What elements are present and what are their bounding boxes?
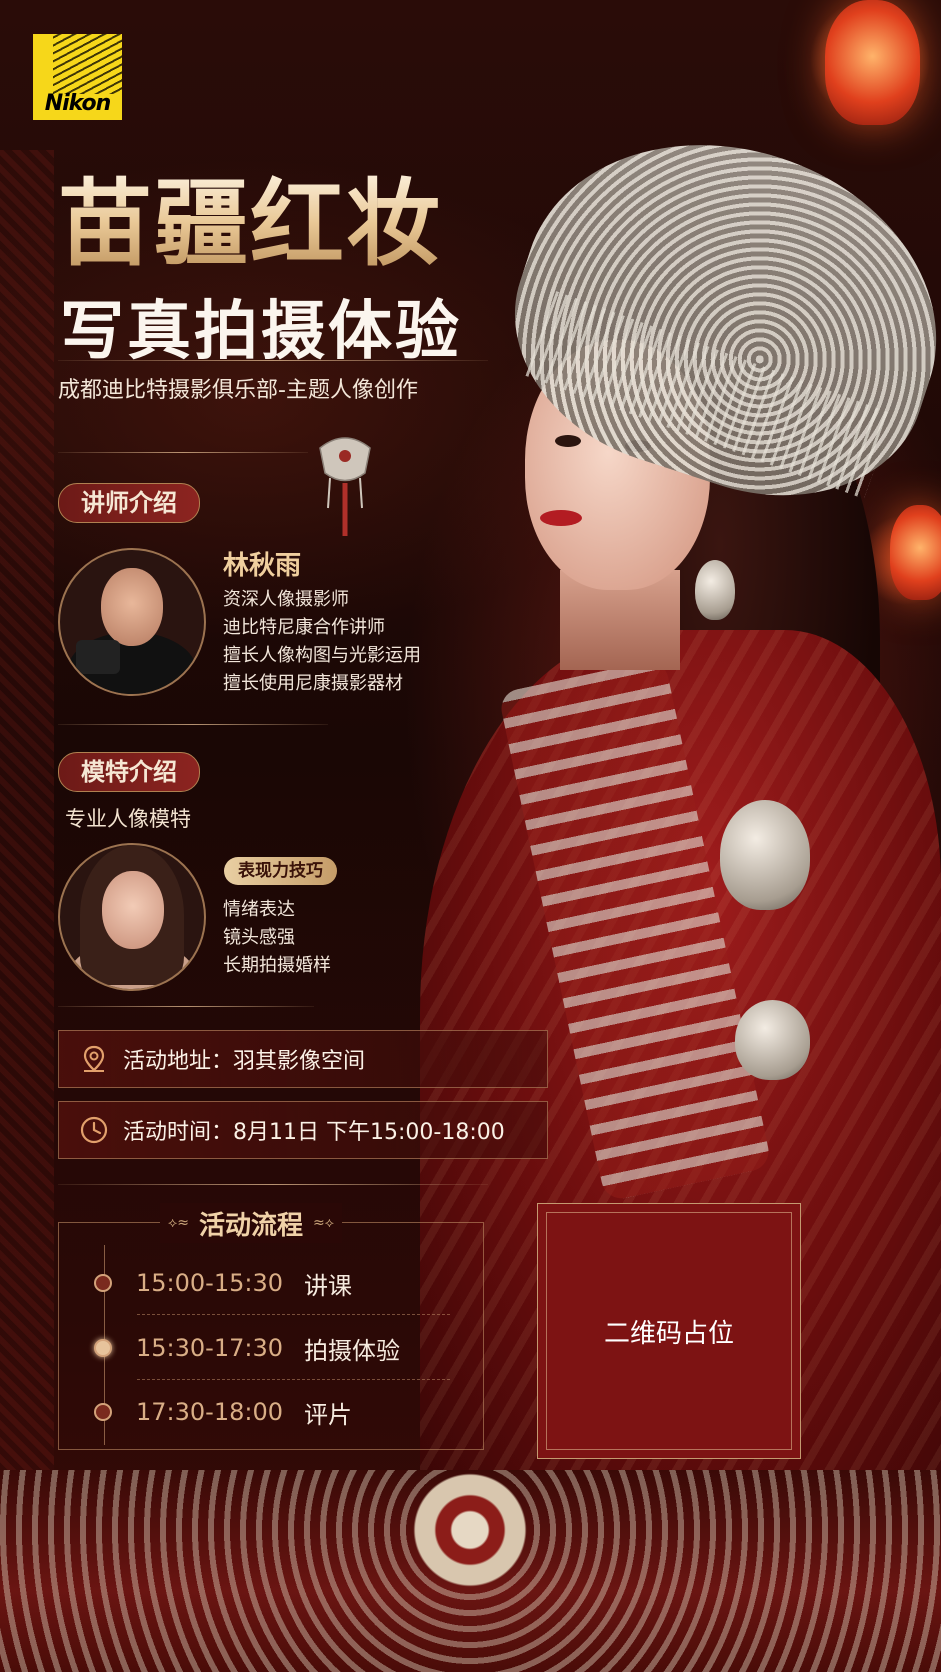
subtitle: 成都迪比特摄影俱乐部-主题人像创作: [58, 378, 418, 403]
logo-text: Nikon: [44, 91, 112, 116]
step-time: 15:00-15:30: [136, 1269, 283, 1297]
step-divider: [137, 1379, 450, 1380]
event-location-bar: 活动地址：羽其影像空间: [58, 1030, 548, 1088]
lips: [540, 510, 582, 526]
divider-model: [58, 1006, 314, 1007]
qr-code-placeholder: 二维码占位: [537, 1203, 801, 1459]
timeline-dot: [94, 1274, 112, 1292]
schedule-step: 15:00-15:30 讲课: [94, 1265, 352, 1301]
nikon-logo: Nikon: [33, 34, 122, 120]
step-time: 17:30-18:00: [136, 1398, 283, 1426]
divider-instructor: [58, 724, 328, 725]
step-time: 15:30-17:30: [136, 1334, 283, 1362]
instructor-detail: 擅长使用尼康摄影器材: [223, 673, 403, 694]
model-detail: 情绪表达: [223, 899, 295, 920]
schedule-step: 17:30-18:00 评片: [94, 1394, 352, 1430]
instructor-details: 资深人像摄影师 迪比特尼康合作讲师 擅长人像构图与光影运用 擅长使用尼康摄影器材: [223, 586, 421, 698]
secondary-title: 写真拍摄体验: [60, 294, 462, 369]
timeline-dot-active: [94, 1339, 112, 1357]
lantern-top-right: [825, 0, 920, 125]
divider-top: [58, 360, 488, 361]
instructor-detail: 迪比特尼康合作讲师: [223, 617, 385, 638]
avatar-head: [102, 871, 164, 949]
event-time-bar: 活动时间：8月11日 下午15:00-18:00: [58, 1101, 548, 1159]
model-details: 情绪表达 镜头感强 长期拍摄婚样: [223, 896, 331, 980]
qr-placeholder-text: 二维码占位: [603, 1318, 734, 1349]
divider-info: [58, 1184, 488, 1185]
instructor-detail: 资深人像摄影师: [223, 589, 349, 610]
schedule-title: 活动流程: [199, 1210, 304, 1241]
earring: [695, 560, 735, 620]
model-section-label: 模特介绍: [58, 752, 200, 792]
left-ornament-icon: ⟡≈: [168, 1215, 189, 1231]
instructor-avatar: [58, 548, 206, 696]
schedule-header: ⟡≈ 活动流程 ≈⟡: [160, 1203, 343, 1243]
location-pin-icon: [83, 1045, 105, 1072]
avatar-head: [101, 568, 163, 646]
event-location: 活动地址：羽其影像空间: [123, 1049, 366, 1074]
clock-icon: [80, 1116, 108, 1144]
main-title: 苗疆红妆: [58, 148, 442, 284]
timeline-dot: [94, 1403, 112, 1421]
silver-medallion: [395, 1465, 545, 1595]
schedule-step: 15:30-17:30 拍摄体验: [94, 1330, 400, 1366]
model-subtitle: 专业人像模特: [65, 807, 191, 831]
model-avatar: [58, 843, 206, 991]
model-badge: 表现力技巧: [224, 857, 337, 885]
event-time: 活动时间：8月11日 下午15:00-18:00: [123, 1120, 505, 1145]
silver-lock-pendant-icon: [319, 437, 371, 536]
silver-pendant-lower: [735, 1000, 810, 1080]
instructor-name: 林秋雨: [223, 551, 302, 581]
step-activity: 拍摄体验: [304, 1336, 400, 1365]
model-detail: 镜头感强: [223, 927, 295, 948]
camera-icon: [76, 640, 120, 674]
divider-ornament-left: [58, 452, 308, 453]
instructor-detail: 擅长人像构图与光影运用: [223, 645, 421, 666]
instructor-section-label: 讲师介绍: [58, 483, 200, 523]
step-activity: 讲课: [304, 1271, 352, 1300]
silver-pendant: [720, 800, 810, 910]
right-ornament-icon: ≈⟡: [313, 1215, 335, 1231]
embroidered-border-left: [0, 150, 54, 1530]
step-activity: 评片: [304, 1400, 352, 1429]
model-detail: 长期拍摄婚样: [223, 955, 331, 976]
step-divider: [137, 1314, 450, 1315]
eye-left: [555, 435, 581, 447]
